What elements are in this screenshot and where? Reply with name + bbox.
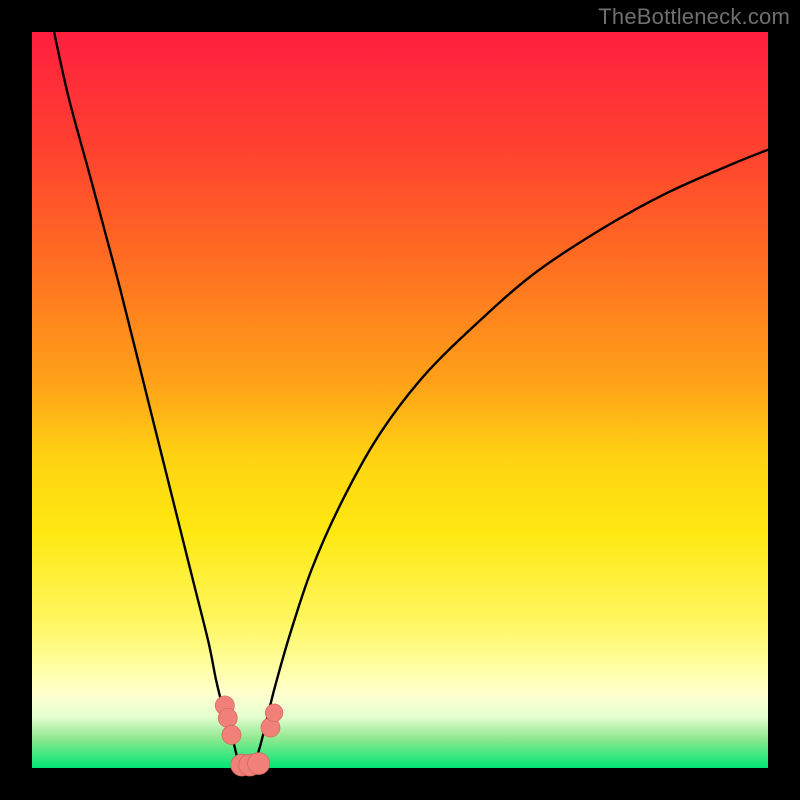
chart-svg [32, 32, 768, 768]
pt-left-3 [222, 725, 241, 744]
chart-plot-area [32, 32, 768, 768]
pt-left-2 [218, 708, 237, 727]
watermark-text: TheBottleneck.com [598, 4, 790, 30]
bottleneck-curve [54, 32, 768, 770]
pt-bottom-3 [248, 753, 270, 775]
pt-right-2 [265, 704, 283, 722]
marker-group [215, 696, 283, 776]
chart-frame: TheBottleneck.com [0, 0, 800, 800]
